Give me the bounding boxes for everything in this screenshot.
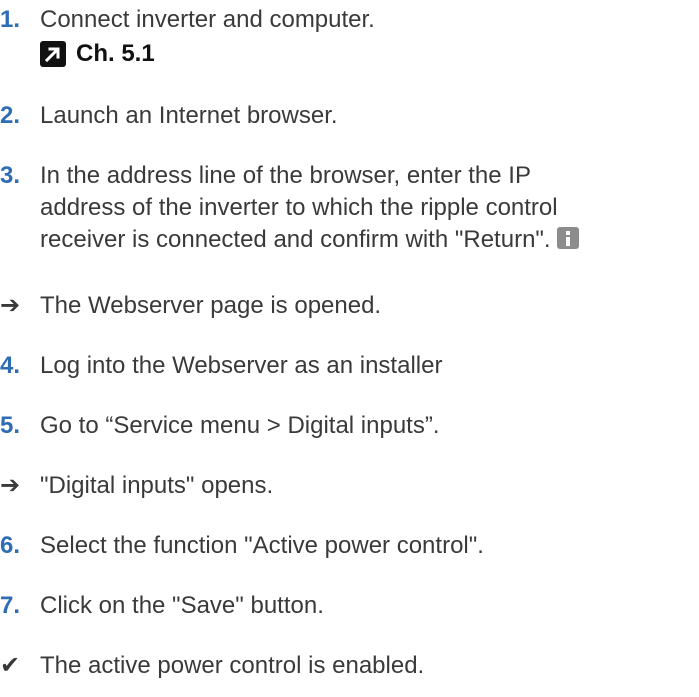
result-text: The Webserver page is opened. [40, 292, 382, 319]
step-text: Click on the "Save" button. [40, 592, 324, 619]
step-number: 1. [0, 6, 21, 33]
step-number: 6. [0, 532, 21, 559]
info-icon[interactable] [556, 227, 579, 249]
step-number: 3. [0, 162, 21, 189]
step-number: 2. [0, 102, 21, 129]
step-text-line: In the address line of the browser, ente… [40, 162, 531, 189]
result-text: The active power control is enabled. [40, 652, 425, 679]
step-text: Launch an Internet browser. [40, 102, 338, 129]
step-number: 7. [0, 592, 21, 619]
step-text: Log into the Webserver as an installer [40, 352, 443, 379]
step-text-line: receiver is connected and confirm with "… [40, 226, 551, 253]
step-number: 4. [0, 352, 21, 379]
step-text: Go to “Service menu > Digital inputs”. [40, 412, 440, 439]
step-number: 5. [0, 412, 21, 439]
checkmark-icon: ✔ [0, 652, 21, 679]
result-arrow-icon: ➔ [0, 472, 21, 499]
result-text: "Digital inputs" opens. [40, 472, 274, 499]
result-arrow-icon: ➔ [0, 292, 21, 319]
step-text-line: address of the inverter to which the rip… [40, 194, 558, 221]
external-link-arrow-icon [40, 41, 66, 67]
step-text: Select the function "Active power contro… [40, 532, 484, 559]
chapter-reference-label: Ch. 5.1 [76, 40, 155, 67]
chapter-reference-link[interactable]: Ch. 5.1 [40, 38, 155, 70]
step-text: Connect inverter and computer. [40, 6, 375, 33]
